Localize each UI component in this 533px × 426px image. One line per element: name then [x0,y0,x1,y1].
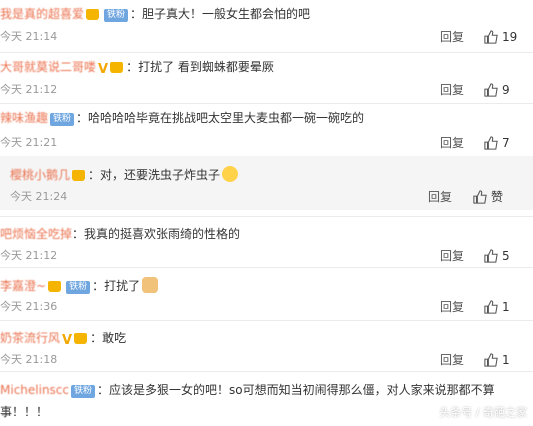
reply-item: 樱桃小鹅几 ：对，还要洗虫子炸虫子 今天 21:24 回复 赞 [0,156,533,210]
fans-badge: 铁粉 [50,113,75,126]
verified-v-icon: V [62,332,88,349]
comment-item: 李嘉澄~ 铁粉 ：打扰了 今天 21:36 回复 1 [0,277,510,315]
comment-time: 今天 21:18 [0,353,58,366]
comment-time: 今天 21:12 [0,249,58,262]
comment-username[interactable]: 吧烦恼全吃掉 [0,227,72,241]
comment-username[interactable]: 大哥就莫说二哥喽 [0,60,96,74]
like-button[interactable]: 5 [484,248,510,264]
comment-item: 奶茶流行风 V ：敢吃 今天 21:18 回复 1 [0,331,510,368]
member-badge-icon [48,280,62,296]
thumbs-up-icon [484,30,498,44]
like-button[interactable]: 7 [484,135,510,151]
thumbs-up-icon [484,83,498,97]
fans-badge: 铁粉 [66,281,91,294]
like-button[interactable]: 19 [484,29,517,45]
like-button[interactable]: 1 [484,299,510,315]
like-count: 1 [502,300,510,314]
thumbs-up-icon [484,300,498,314]
comment-item: 大哥就莫说二哥喽 V ：打扰了 看到蜘蛛都要晕厥 今天 21:12 回复 9 [0,60,510,98]
like-count: 1 [502,353,510,367]
comment-text: 打扰了 看到蜘蛛都要晕厥 [138,60,274,74]
reply-button[interactable]: 回复 [440,353,464,367]
comment-time: 今天 21:12 [0,83,58,96]
thumbs-up-icon [484,249,498,263]
thumbs-up-icon [473,190,487,204]
reply-button[interactable]: 回复 [440,136,464,150]
comment-text: 胆子真大！一般女生都会怕的吧 [142,7,311,21]
comment-time: 今天 21:14 [0,30,58,43]
laugh-emoji-icon [222,166,239,182]
reply-button[interactable]: 回复 [428,190,452,204]
reply-button[interactable]: 回复 [440,300,464,314]
comment-time: 今天 21:24 [10,190,68,203]
comment-text: 我真的挺喜欢张雨绮的性格的 [84,227,241,241]
reply-button[interactable]: 回复 [440,249,464,263]
like-count: 7 [502,136,510,150]
comment-text: 对，还要洗虫子炸虫子 [100,168,221,182]
comment-text-continued: 事！！！ [0,405,49,419]
comment-username[interactable]: Michelinscc [0,383,69,397]
comment-item: 我是真的超喜爱 铁粉 ：胆子真大！一般女生都会怕的吧 今天 21:14 回复 19 [0,7,518,45]
fans-badge: 铁粉 [71,385,96,398]
like-label: 赞 [491,190,504,204]
comment-time: 今天 21:36 [0,300,58,313]
comment-text: 打扰了 [104,279,141,293]
comment-text: 哈哈哈哈毕竟在挑战吧太空里大麦虫都一碗一碗吃的 [88,111,365,125]
comment-item: 吧烦恼全吃掉：我真的挺喜欢张雨绮的性格的 今天 21:12 回复 5 [0,227,510,264]
like-button[interactable]: 赞 [473,189,503,205]
comment-text: 应该是多狠一女的吧！so可想而知当初闹得那么僵，对人家来说那都不算 [109,383,495,397]
comment-time: 今天 21:21 [0,136,58,149]
comment-text: 敢吃 [102,331,127,345]
watermark: 头条号 / 奇葩之家 [439,406,527,419]
comment-username[interactable]: 樱桃小鹅几 [10,168,70,182]
like-button[interactable]: 1 [484,352,510,368]
cat-emoji-icon [142,277,159,293]
like-count: 19 [502,30,518,44]
reply-button[interactable]: 回复 [440,30,464,44]
member-badge-icon [72,169,86,185]
comment-username[interactable]: 辣味渔趣 [0,111,48,125]
comment-item: 辣味渔趣 铁粉 ：哈哈哈哈毕竟在挑战吧太空里大麦虫都一碗一碗吃的 今天 21:21 … [0,111,510,151]
comment-username[interactable]: 李嘉澄~ [0,279,46,293]
thumbs-up-icon [484,353,498,367]
thumbs-up-icon [484,136,498,150]
like-button[interactable]: 9 [484,82,510,98]
like-count: 5 [502,249,510,263]
comment-username[interactable]: 我是真的超喜爱 [0,7,84,21]
fans-badge: 铁粉 [104,9,129,22]
comment-username[interactable]: 奶茶流行风 [0,331,60,345]
reply-button[interactable]: 回复 [440,83,464,97]
verified-v-icon: V [98,61,124,78]
member-badge-icon [86,8,100,24]
like-count: 9 [502,83,510,97]
